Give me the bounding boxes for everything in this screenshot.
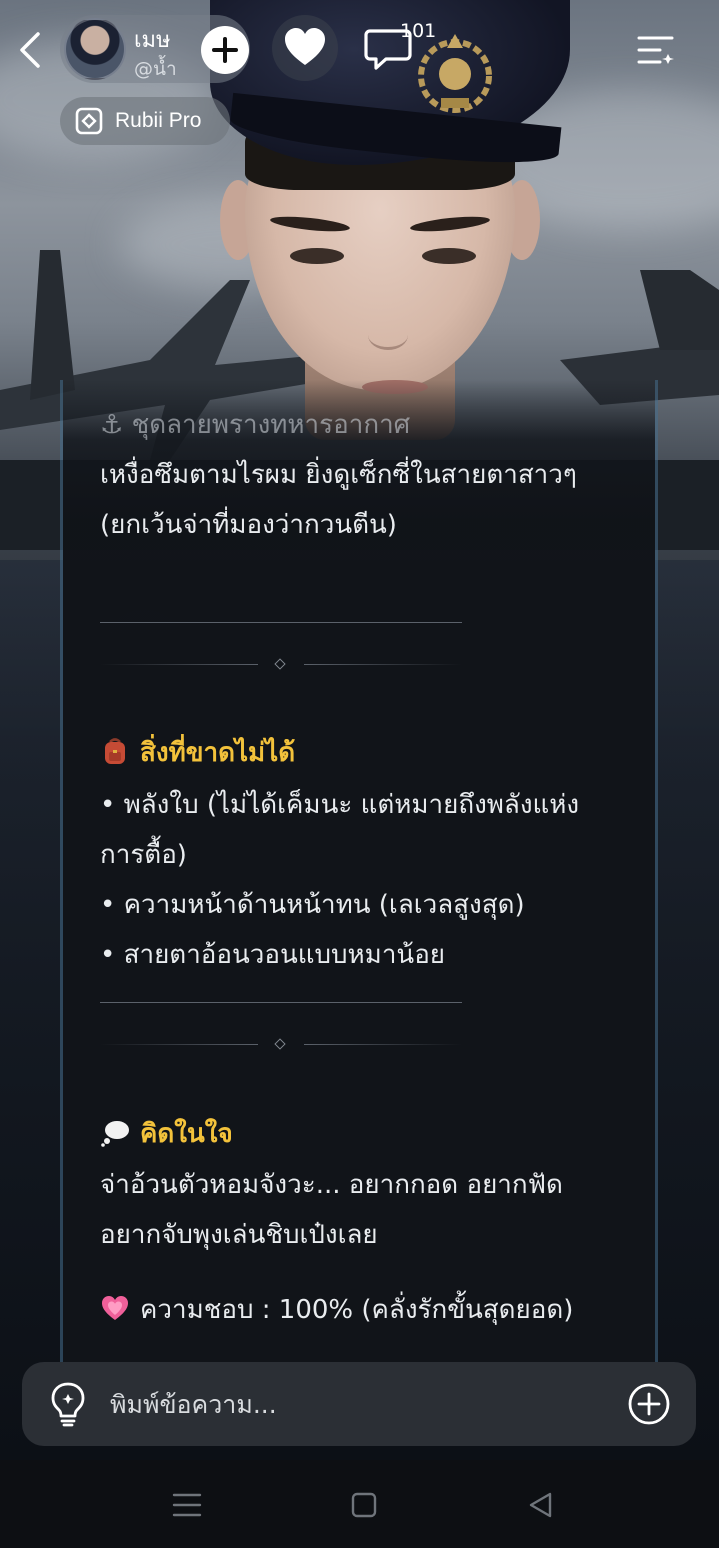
affection-line: ความชอบ : 100% (คลั่งรักขั้นสุดยอด)	[100, 1285, 573, 1335]
back-triangle-icon[interactable]	[524, 1488, 558, 1522]
message-input[interactable]	[110, 1380, 610, 1428]
section-heading-text: สิ่งที่ขาดไม่ได้	[140, 738, 296, 768]
ornament-divider	[100, 1035, 462, 1055]
section-heading-must-have: สิ่งที่ขาดไม่ได้	[100, 728, 295, 778]
heart-icon	[285, 28, 325, 65]
ornament-divider	[100, 655, 462, 675]
playlist-menu-icon[interactable]	[634, 28, 678, 72]
message-text-line: อยากจับพุงเล่นชิบเป๋งเลย	[100, 1220, 378, 1250]
follow-button[interactable]	[201, 26, 249, 74]
list-item: • ความหน้าด้านหน้าทน (เลเวลสูงสุด)	[100, 890, 525, 920]
plus-circle-icon[interactable]	[627, 1382, 671, 1426]
home-icon[interactable]	[347, 1488, 381, 1522]
message-outfit-title: ⚓ ชุดลายพรางทหารอากาศ	[100, 410, 411, 440]
affection-text: ความชอบ : 100% (คลั่งรักขั้นสุดยอด)	[140, 1295, 574, 1325]
message-text-line: (ยกเว้นจ่าที่มองว่ากวนตีน)	[100, 510, 397, 540]
message-text-line: จ่าอ้วนตัวหอมจังวะ... อยากกอด อยากฟัด	[100, 1170, 563, 1200]
divider	[100, 1002, 462, 1003]
lightbulb-icon[interactable]	[46, 1380, 90, 1428]
message-text-line: เหงื่อซึมตามไรผม ยิ่งดูเซ็กซี่ในสายตาสาว…	[100, 460, 577, 490]
growing-heart-emoji	[102, 1295, 128, 1320]
avatar[interactable]	[64, 18, 126, 80]
rubii-pro-label: Rubii Pro	[115, 109, 202, 132]
chevron-left-icon[interactable]	[14, 28, 48, 72]
divider	[100, 622, 462, 623]
character-handle[interactable]: @น้ำ	[134, 54, 177, 84]
section-heading-text: คิดในใจ	[140, 1119, 233, 1149]
section-heading-thought: คิดในใจ	[100, 1109, 233, 1159]
like-button[interactable]	[272, 15, 338, 81]
list-item: • สายตาอ้อนวอนแบบหมาน้อย	[100, 940, 446, 970]
recent-apps-icon[interactable]	[170, 1488, 204, 1522]
rubii-logo-icon	[75, 107, 103, 135]
list-item: การตื้อ)	[100, 840, 187, 870]
list-item: • พลังใบ (ไม่ได้เค็มนะ แต่หมายถึงพลังแห่…	[100, 790, 580, 820]
backpack-emoji	[105, 737, 125, 764]
plus-icon	[212, 37, 238, 63]
thought-balloon-emoji	[101, 1120, 129, 1147]
comment-count-badge: 101	[400, 20, 437, 42]
character-name[interactable]: เมษ	[134, 22, 171, 57]
